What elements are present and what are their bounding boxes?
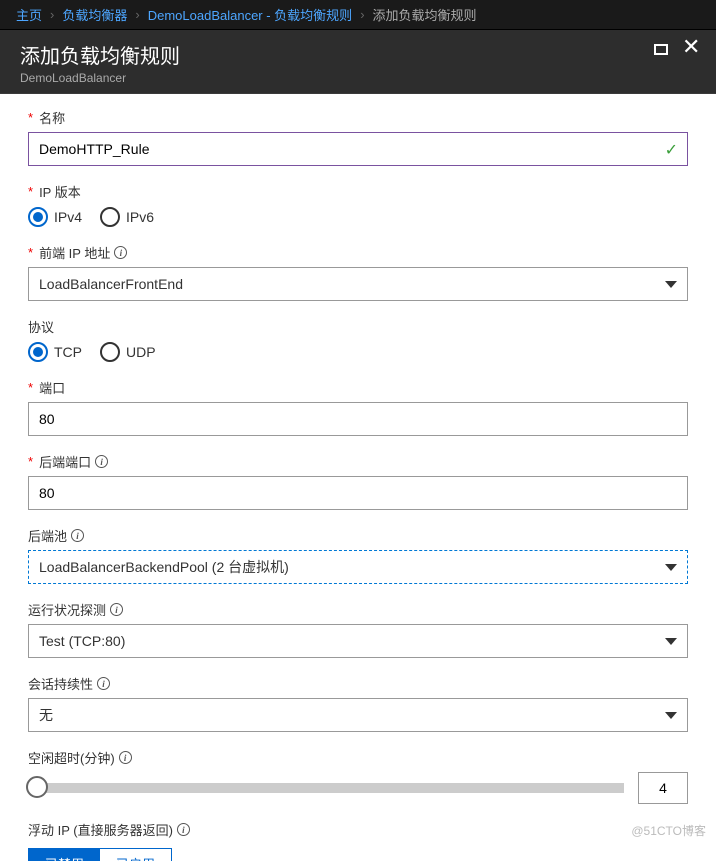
radio-label-ipv6: IPv6 bbox=[126, 209, 154, 225]
slider-thumb[interactable] bbox=[26, 776, 48, 798]
page-title: 添加负载均衡规则 bbox=[20, 40, 180, 69]
radio-udp[interactable]: UDP bbox=[100, 342, 156, 362]
label-health-probe: 运行状况探测 bbox=[28, 600, 106, 619]
field-backend-pool: 后端池 i LoadBalancerBackendPool (2 台虚拟机) bbox=[28, 526, 688, 584]
field-floating-ip: 浮动 IP (直接服务器返回) i 已禁用 已启用 bbox=[28, 820, 688, 861]
label-frontend-ip: 前端 IP 地址 bbox=[39, 243, 110, 262]
session-persistence-value: 无 bbox=[39, 705, 53, 725]
label-floating-ip: 浮动 IP (直接服务器返回) bbox=[28, 820, 173, 839]
name-input[interactable] bbox=[28, 132, 688, 166]
field-backend-port: *后端端口 i bbox=[28, 452, 688, 510]
validation-checkmark-icon: ✓ bbox=[665, 140, 678, 160]
radio-label-tcp: TCP bbox=[54, 344, 82, 360]
toggle-enabled[interactable]: 已启用 bbox=[100, 849, 171, 861]
breadcrumb: 主页 › 负载均衡器 › DemoLoadBalancer - 负载均衡规则 ›… bbox=[0, 0, 716, 30]
health-probe-value: Test (TCP:80) bbox=[39, 633, 125, 649]
frontend-ip-value: LoadBalancerFrontEnd bbox=[39, 276, 183, 292]
field-ip-version: *IP 版本 IPv4 IPv6 bbox=[28, 182, 688, 227]
backend-port-input[interactable] bbox=[28, 476, 688, 510]
chevron-down-icon bbox=[665, 638, 677, 645]
breadcrumb-lb-list[interactable]: 负载均衡器 bbox=[62, 5, 127, 24]
info-icon[interactable]: i bbox=[110, 603, 123, 616]
radio-ipv4[interactable]: IPv4 bbox=[28, 207, 82, 227]
health-probe-select[interactable]: Test (TCP:80) bbox=[28, 624, 688, 658]
frontend-ip-select[interactable]: LoadBalancerFrontEnd bbox=[28, 267, 688, 301]
form-body: *名称 ✓ *IP 版本 IPv4 IPv6 *前端 IP 地址 i LoadB… bbox=[0, 94, 716, 861]
chevron-down-icon bbox=[665, 712, 677, 719]
info-icon[interactable]: i bbox=[97, 677, 110, 690]
blade-header: 添加负载均衡规则 DemoLoadBalancer ✕ bbox=[0, 30, 716, 94]
label-backend-port: 后端端口 bbox=[39, 452, 91, 471]
breadcrumb-current: 添加负载均衡规则 bbox=[373, 5, 477, 24]
field-name: *名称 ✓ bbox=[28, 108, 688, 166]
label-protocol: 协议 bbox=[28, 317, 54, 336]
radio-label-udp: UDP bbox=[126, 344, 156, 360]
radio-icon bbox=[100, 342, 120, 362]
page-subtitle: DemoLoadBalancer bbox=[20, 71, 180, 85]
breadcrumb-sep: › bbox=[50, 7, 54, 22]
label-name: 名称 bbox=[39, 108, 65, 127]
radio-tcp[interactable]: TCP bbox=[28, 342, 82, 362]
breadcrumb-sep: › bbox=[135, 7, 139, 22]
field-protocol: 协议 TCP UDP bbox=[28, 317, 688, 362]
field-idle-timeout: 空闲超时(分钟) i bbox=[28, 748, 688, 804]
info-icon[interactable]: i bbox=[114, 246, 127, 259]
maximize-icon[interactable] bbox=[654, 44, 668, 55]
backend-pool-select[interactable]: LoadBalancerBackendPool (2 台虚拟机) bbox=[28, 550, 688, 584]
breadcrumb-home[interactable]: 主页 bbox=[16, 5, 42, 24]
info-icon[interactable]: i bbox=[71, 529, 84, 542]
radio-icon bbox=[28, 342, 48, 362]
field-health-probe: 运行状况探测 i Test (TCP:80) bbox=[28, 600, 688, 658]
radio-icon bbox=[28, 207, 48, 227]
idle-timeout-input[interactable] bbox=[638, 772, 688, 804]
info-icon[interactable]: i bbox=[95, 455, 108, 468]
port-input[interactable] bbox=[28, 402, 688, 436]
backend-pool-value: LoadBalancerBackendPool (2 台虚拟机) bbox=[39, 557, 289, 577]
close-icon[interactable]: ✕ bbox=[682, 40, 700, 58]
session-persistence-select[interactable]: 无 bbox=[28, 698, 688, 732]
field-frontend-ip: *前端 IP 地址 i LoadBalancerFrontEnd bbox=[28, 243, 688, 301]
breadcrumb-lb-rules[interactable]: DemoLoadBalancer - 负载均衡规则 bbox=[148, 5, 352, 24]
label-session-persistence: 会话持续性 bbox=[28, 674, 93, 693]
label-ip-version: IP 版本 bbox=[39, 182, 81, 201]
watermark: @51CTO博客 bbox=[631, 822, 706, 839]
field-session-persistence: 会话持续性 i 无 bbox=[28, 674, 688, 732]
radio-ipv6[interactable]: IPv6 bbox=[100, 207, 154, 227]
label-port: 端口 bbox=[39, 378, 65, 397]
label-backend-pool: 后端池 bbox=[28, 526, 67, 545]
chevron-down-icon bbox=[665, 564, 677, 571]
floating-ip-toggle: 已禁用 已启用 bbox=[28, 848, 172, 861]
toggle-disabled[interactable]: 已禁用 bbox=[29, 849, 100, 861]
chevron-down-icon bbox=[665, 281, 677, 288]
breadcrumb-sep: › bbox=[360, 7, 364, 22]
info-icon[interactable]: i bbox=[119, 751, 132, 764]
label-idle-timeout: 空闲超时(分钟) bbox=[28, 748, 115, 767]
idle-timeout-slider[interactable] bbox=[28, 783, 624, 793]
radio-icon bbox=[100, 207, 120, 227]
field-port: *端口 bbox=[28, 378, 688, 436]
info-icon[interactable]: i bbox=[177, 823, 190, 836]
radio-label-ipv4: IPv4 bbox=[54, 209, 82, 225]
